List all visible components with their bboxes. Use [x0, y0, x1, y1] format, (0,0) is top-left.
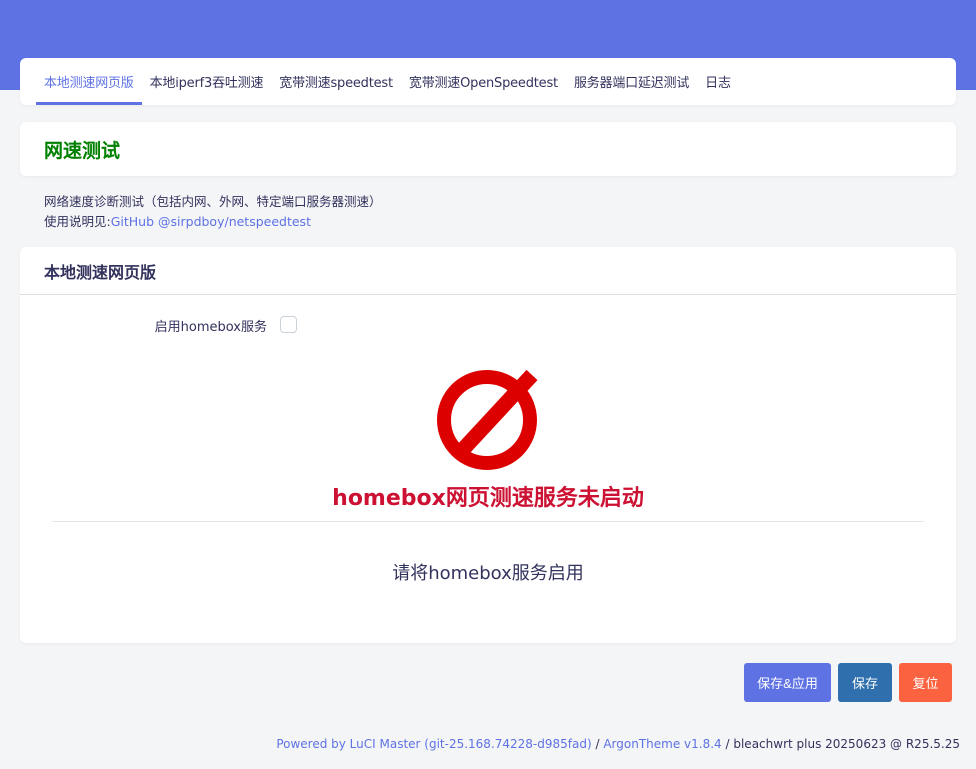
section-title: 本地测速网页版 — [44, 263, 157, 282]
argon-theme-link[interactable]: ArgonTheme v1.8.4 — [603, 737, 721, 751]
tab-openspeedtest[interactable]: 宽带测速OpenSpeedtest — [401, 58, 566, 105]
enable-homebox-label: 启用homebox服务 — [154, 320, 267, 335]
enable-homebox-checkbox[interactable] — [280, 316, 297, 333]
usage-prefix: 使用说明见: — [44, 214, 111, 229]
status-divider — [52, 521, 924, 522]
tab-local-iperf3[interactable]: 本地iperf3吞吐测速 — [142, 58, 272, 105]
section-divider — [20, 294, 956, 295]
save-button[interactable]: 保存 — [838, 663, 892, 702]
forbidden-icon — [437, 369, 538, 470]
page-description: 网络速度诊断测试（包括内网、外网、特定端口服务器测速） 使用说明见:GitHub… — [44, 192, 382, 232]
save-apply-button[interactable]: 保存&应用 — [744, 663, 831, 702]
reset-button[interactable]: 复位 — [899, 663, 952, 702]
usage-line: 使用说明见:GitHub @sirpdboy/netspeedtest — [44, 212, 382, 232]
github-link[interactable]: GitHub @sirpdboy/netspeedtest — [111, 214, 311, 229]
footer-build: / bleachwrt plus 20250623 @ R25.5.25 — [721, 737, 961, 751]
tab-log[interactable]: 日志 — [697, 58, 739, 105]
service-status-text: homebox网页测速服务未启动 — [332, 486, 644, 511]
page-title: 网速测试 — [44, 140, 121, 162]
tab-bar: 本地测速网页版 本地iperf3吞吐测速 宽带测速speedtest 宽带测速O… — [20, 58, 956, 105]
page-title-card: 网速测试 — [20, 122, 956, 176]
enable-hint-text: 请将homebox服务启用 — [392, 563, 584, 584]
tab-port-latency[interactable]: 服务器端口延迟测试 — [566, 58, 697, 105]
tab-speedtest[interactable]: 宽带测速speedtest — [271, 58, 401, 105]
section-card: 本地测速网页版 启用homebox服务 homebox网页测速服务未启动 请将h… — [20, 247, 956, 643]
tab-local-web-speedtest[interactable]: 本地测速网页版 — [36, 58, 142, 105]
footer-sep: / — [591, 737, 604, 751]
description-text: 网络速度诊断测试（包括内网、外网、特定端口服务器测速） — [44, 194, 382, 209]
footer: Powered by LuCI Master (git-25.168.74228… — [276, 737, 960, 751]
luci-link[interactable]: Powered by LuCI Master (git-25.168.74228… — [276, 737, 591, 751]
